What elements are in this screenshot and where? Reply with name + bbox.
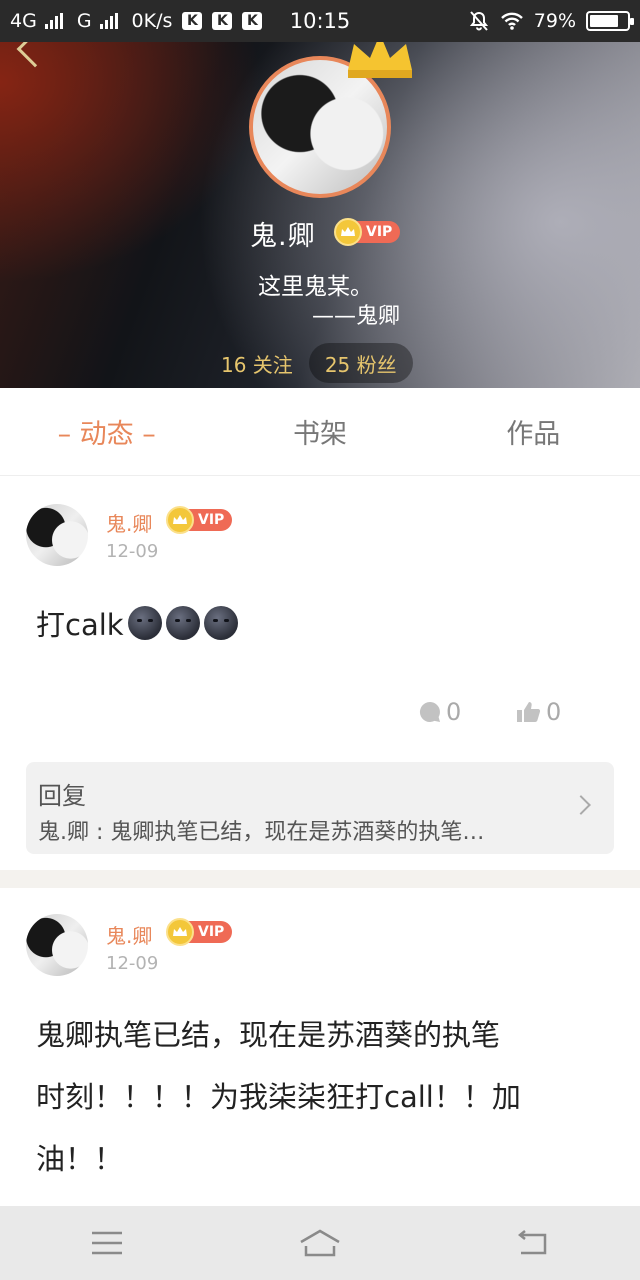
tab-bookshelf[interactable]: 书架: [213, 388, 426, 475]
post-text: 鬼卿执笔已结，现在是苏酒葵的执笔 时刻！！！！为我柒柒狂打call！！加 油！！: [36, 1004, 600, 1190]
menu-button[interactable]: [77, 1223, 137, 1263]
crown-coin-icon: [334, 218, 362, 246]
back-button[interactable]: [503, 1223, 563, 1263]
profile-tabs: – 动态 – 书架 作品: [0, 388, 640, 476]
tab-works[interactable]: 作品: [427, 388, 640, 475]
back-icon: [518, 1230, 547, 1255]
network-type-label: 4G: [10, 10, 37, 32]
avatar[interactable]: [26, 914, 88, 976]
profile-bio-line2: ——鬼卿: [312, 304, 401, 329]
like-button[interactable]: 0: [516, 698, 561, 726]
post-text-line: 时刻！！！！为我柒柒狂打call！！加: [36, 1080, 521, 1114]
network-speed: 0K/s: [131, 10, 173, 32]
comment-button[interactable]: 0: [418, 698, 461, 726]
new-moon-face-icon: [127, 606, 162, 640]
menu-icon: [91, 1231, 122, 1255]
home-icon: [300, 1229, 340, 1257]
feed-post[interactable]: 鬼.卿 VIP 12-09 鬼卿执笔已结，现在是苏酒葵的执笔 时刻！！！！为我柒…: [0, 888, 640, 1206]
battery-percent: 79%: [533, 10, 576, 32]
reply-title: 回复: [38, 782, 86, 810]
crown-icon: [348, 42, 412, 78]
new-moon-face-icon: [165, 606, 200, 640]
reply-text: 鬼.卿 : 鬼卿执笔已结，现在是苏酒葵的执笔…: [38, 820, 485, 845]
post-actions: 0 0: [0, 698, 640, 738]
post-text-line: 鬼卿执笔已结，现在是苏酒葵的执笔: [36, 1018, 501, 1052]
following-count[interactable]: 16 关注: [205, 343, 309, 383]
home-button[interactable]: [290, 1223, 350, 1263]
post-text: 打calk: [36, 594, 600, 656]
crown-coin-icon: [166, 506, 194, 534]
vip-badge: VIP: [334, 218, 401, 246]
mute-bell-icon: [469, 11, 488, 31]
profile-stats: 16 关注 25 粉丝: [205, 342, 431, 384]
profile-username: 鬼.卿: [250, 221, 316, 252]
crown-coin-icon: [166, 918, 194, 946]
new-moon-face-icon: [203, 606, 238, 640]
profile-bio-line1: 这里鬼某。: [258, 274, 373, 300]
comment-count: 0: [446, 698, 462, 726]
status-bar: 4G G 0K/s K K K 10:15 79%: [0, 0, 640, 42]
chevron-right-icon: [571, 795, 591, 815]
signal-icon-2: [99, 13, 118, 29]
post-text-line: 油！！: [36, 1142, 124, 1176]
comment-icon: [419, 701, 440, 722]
post-author[interactable]: 鬼.卿: [106, 508, 152, 537]
signal-icon: [44, 13, 63, 29]
notification-k-icon: K: [242, 12, 263, 30]
back-arrow-icon[interactable]: [16, 42, 54, 68]
notification-k-icon: K: [212, 12, 233, 30]
avatar[interactable]: [26, 504, 88, 566]
network-type-label-2: G: [76, 10, 92, 32]
post-author[interactable]: 鬼.卿: [106, 920, 152, 949]
feed-post[interactable]: 鬼.卿 VIP 12-09 打calk 0 0 回复 鬼.卿 : 鬼卿执笔已结，…: [0, 476, 640, 870]
fans-count[interactable]: 25 粉丝: [308, 343, 413, 383]
vip-badge: VIP: [166, 918, 233, 946]
vip-badge: VIP: [166, 506, 233, 534]
post-date: 12-09: [106, 541, 159, 562]
like-count: 0: [546, 698, 562, 726]
system-nav-bar: [0, 1206, 640, 1280]
reply-preview[interactable]: 回复 鬼.卿 : 鬼卿执笔已结，现在是苏酒葵的执笔…: [26, 762, 614, 854]
battery-icon: [586, 11, 634, 31]
post-date: 12-09: [106, 953, 159, 974]
thumbs-up-icon: [517, 702, 541, 722]
wifi-icon: [500, 12, 523, 30]
notification-k-icon: K: [182, 12, 203, 30]
tab-activity[interactable]: – 动态 –: [0, 388, 213, 475]
feed-divider: [0, 870, 640, 888]
battery-level-fill: [590, 15, 619, 27]
post-text-content: 打calk: [36, 608, 124, 642]
profile-header: 鬼.卿 VIP 这里鬼某。 ——鬼卿 16 关注 25 粉丝: [0, 42, 640, 388]
